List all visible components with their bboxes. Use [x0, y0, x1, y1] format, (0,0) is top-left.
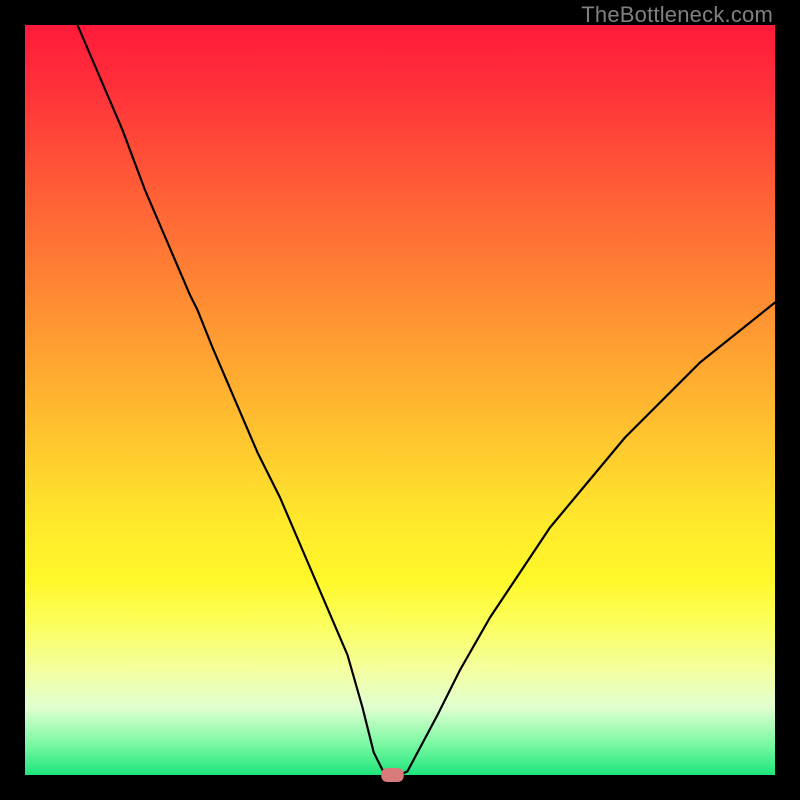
plot-svg: [25, 25, 775, 775]
target-marker: [381, 768, 404, 782]
chart-frame: TheBottleneck.com: [0, 0, 800, 800]
bottleneck-curve: [78, 25, 776, 775]
plot-area: [25, 25, 775, 775]
